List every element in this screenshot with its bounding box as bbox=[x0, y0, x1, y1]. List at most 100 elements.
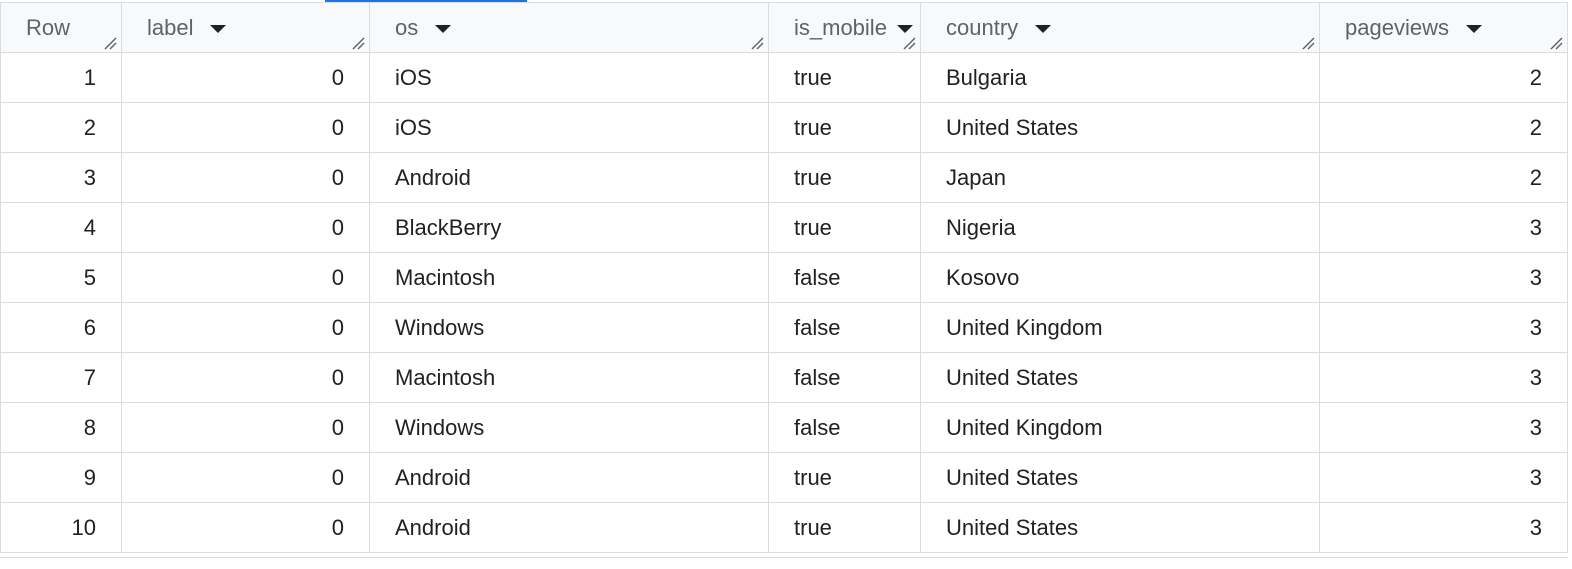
cell-country[interactable]: United Kingdom bbox=[921, 403, 1320, 452]
cell-pageviews[interactable]: 3 bbox=[1320, 253, 1568, 302]
cell-row[interactable]: 5 bbox=[0, 253, 122, 302]
cell-pageviews[interactable]: 2 bbox=[1320, 53, 1568, 102]
cell-value: 2 bbox=[1529, 64, 1542, 90]
column-resize-handle-icon[interactable] bbox=[902, 36, 916, 50]
cell-is-mobile[interactable]: true bbox=[769, 153, 921, 202]
cell-is-mobile[interactable]: true bbox=[769, 453, 921, 502]
table-row[interactable]: 6 0 Windows false United Kingdom 3 bbox=[0, 303, 1568, 353]
cell-label[interactable]: 0 bbox=[122, 503, 370, 552]
cell-country[interactable]: United States bbox=[921, 353, 1320, 402]
column-header-is-mobile[interactable]: is_mobile bbox=[769, 3, 921, 52]
cell-row[interactable]: 4 bbox=[0, 203, 122, 252]
table-body: 1 0 iOS true Bulgaria 2 2 0 iOS true United States… bbox=[0, 53, 1568, 553]
cell-pageviews[interactable]: 2 bbox=[1320, 103, 1568, 152]
cell-row[interactable]: 10 bbox=[0, 503, 122, 552]
cell-row[interactable]: 6 bbox=[0, 303, 122, 352]
results-table: Row label os is_mobile country pageviews… bbox=[0, 2, 1568, 553]
column-resize-handle-icon[interactable] bbox=[1549, 36, 1563, 50]
cell-label[interactable]: 0 bbox=[122, 203, 370, 252]
cell-is-mobile[interactable]: false bbox=[769, 253, 921, 302]
cell-label[interactable]: 0 bbox=[122, 153, 370, 202]
cell-pageviews[interactable]: 3 bbox=[1320, 203, 1568, 252]
cell-os[interactable]: iOS bbox=[370, 103, 769, 152]
cell-country[interactable]: Kosovo bbox=[921, 253, 1320, 302]
sort-caret-down-icon[interactable] bbox=[210, 24, 227, 33]
cell-country[interactable]: United States bbox=[921, 103, 1320, 152]
cell-is-mobile[interactable]: true bbox=[769, 103, 921, 152]
table-row[interactable]: 5 0 Macintosh false Kosovo 3 bbox=[0, 253, 1568, 303]
cell-row[interactable]: 7 bbox=[0, 353, 122, 402]
cell-country[interactable]: Nigeria bbox=[921, 203, 1320, 252]
cell-os[interactable]: Windows bbox=[370, 303, 769, 352]
table-row[interactable]: 1 0 iOS true Bulgaria 2 bbox=[0, 53, 1568, 103]
cell-is-mobile[interactable]: false bbox=[769, 303, 921, 352]
table-row[interactable]: 2 0 iOS true United States 2 bbox=[0, 103, 1568, 153]
cell-country[interactable]: Japan bbox=[921, 153, 1320, 202]
column-resize-handle-icon[interactable] bbox=[750, 36, 764, 50]
column-header-text: country bbox=[946, 14, 1019, 40]
cell-country[interactable]: United States bbox=[921, 453, 1320, 502]
column-header-pageviews[interactable]: pageviews bbox=[1320, 3, 1568, 52]
table-row[interactable]: 4 0 BlackBerry true Nigeria 3 bbox=[0, 203, 1568, 253]
sort-caret-down-icon[interactable] bbox=[1465, 24, 1482, 33]
cell-row[interactable]: 3 bbox=[0, 153, 122, 202]
cell-value: iOS bbox=[395, 64, 432, 90]
column-header-country[interactable]: country bbox=[921, 3, 1320, 52]
cell-label[interactable]: 0 bbox=[122, 303, 370, 352]
cell-row[interactable]: 2 bbox=[0, 103, 122, 152]
cell-label[interactable]: 0 bbox=[122, 253, 370, 302]
sort-caret-down-icon[interactable] bbox=[896, 24, 913, 33]
cell-os[interactable]: iOS bbox=[370, 53, 769, 102]
cell-value: iOS bbox=[395, 114, 432, 140]
cell-pageviews[interactable]: 3 bbox=[1320, 303, 1568, 352]
table-row[interactable]: 10 0 Android true United States 3 bbox=[0, 503, 1568, 553]
cell-value: 3 bbox=[83, 164, 96, 190]
cell-row[interactable]: 1 bbox=[0, 53, 122, 102]
cell-pageviews[interactable]: 2 bbox=[1320, 153, 1568, 202]
column-header-label: Row bbox=[26, 14, 71, 40]
sort-caret-down-icon[interactable] bbox=[1035, 24, 1052, 33]
cell-value: 3 bbox=[1529, 264, 1542, 290]
column-resize-handle-icon[interactable] bbox=[1301, 36, 1315, 50]
cell-label[interactable]: 0 bbox=[122, 53, 370, 102]
table-row[interactable]: 8 0 Windows false United Kingdom 3 bbox=[0, 403, 1568, 453]
cell-row[interactable]: 8 bbox=[0, 403, 122, 452]
cell-pageviews[interactable]: 3 bbox=[1320, 353, 1568, 402]
column-resize-handle-icon[interactable] bbox=[103, 36, 117, 50]
cell-os[interactable]: Android bbox=[370, 153, 769, 202]
cell-label[interactable]: 0 bbox=[122, 403, 370, 452]
cell-os[interactable]: Macintosh bbox=[370, 353, 769, 402]
cell-pageviews[interactable]: 3 bbox=[1320, 403, 1568, 452]
cell-country[interactable]: Bulgaria bbox=[921, 53, 1320, 102]
cell-label[interactable]: 0 bbox=[122, 453, 370, 502]
cell-is-mobile[interactable]: true bbox=[769, 203, 921, 252]
cell-value: 0 bbox=[331, 114, 344, 140]
table-row[interactable]: 7 0 Macintosh false United States 3 bbox=[0, 353, 1568, 403]
column-resize-handle-icon[interactable] bbox=[351, 36, 365, 50]
cell-os[interactable]: Macintosh bbox=[370, 253, 769, 302]
cell-value: United Kingdom bbox=[946, 414, 1103, 440]
cell-is-mobile[interactable]: false bbox=[769, 403, 921, 452]
cell-row[interactable]: 9 bbox=[0, 453, 122, 502]
column-header-label[interactable]: label bbox=[122, 3, 370, 52]
cell-country[interactable]: United States bbox=[921, 503, 1320, 552]
cell-is-mobile[interactable]: true bbox=[769, 503, 921, 552]
cell-os[interactable]: Android bbox=[370, 503, 769, 552]
cell-os[interactable]: Windows bbox=[370, 403, 769, 452]
table-row[interactable]: 3 0 Android true Japan 2 bbox=[0, 153, 1568, 203]
cell-is-mobile[interactable]: true bbox=[769, 53, 921, 102]
table-row[interactable]: 9 0 Android true United States 3 bbox=[0, 453, 1568, 503]
cell-label[interactable]: 0 bbox=[122, 353, 370, 402]
cell-os[interactable]: BlackBerry bbox=[370, 203, 769, 252]
column-header-row[interactable]: Row bbox=[0, 3, 122, 52]
cell-pageviews[interactable]: 3 bbox=[1320, 453, 1568, 502]
cell-country[interactable]: United Kingdom bbox=[921, 303, 1320, 352]
column-header-os[interactable]: os bbox=[370, 3, 769, 52]
sort-caret-down-icon[interactable] bbox=[435, 24, 452, 33]
cell-value: Japan bbox=[946, 164, 1006, 190]
cell-value: 9 bbox=[83, 464, 96, 490]
cell-label[interactable]: 0 bbox=[122, 103, 370, 152]
cell-is-mobile[interactable]: false bbox=[769, 353, 921, 402]
cell-pageviews[interactable]: 3 bbox=[1320, 503, 1568, 552]
cell-os[interactable]: Android bbox=[370, 453, 769, 502]
